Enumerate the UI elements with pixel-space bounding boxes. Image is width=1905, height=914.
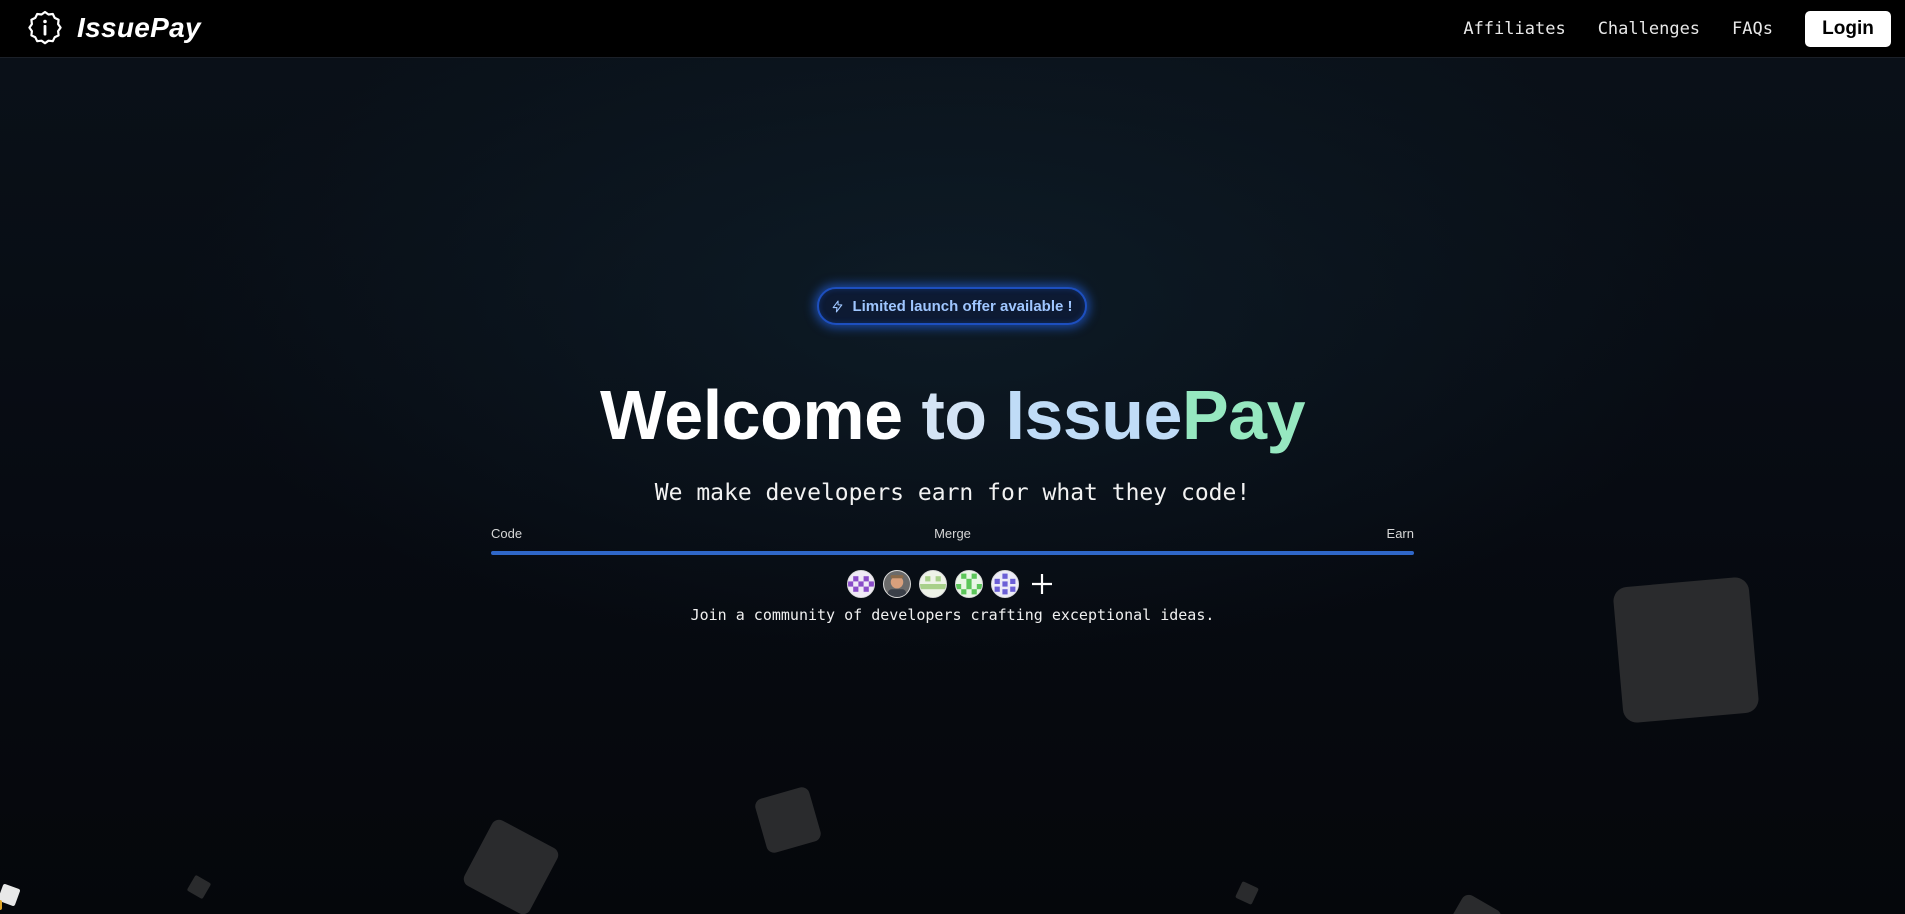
hero-title-word: Issue xyxy=(1005,376,1182,454)
login-button[interactable]: Login xyxy=(1805,10,1891,47)
decorative-square xyxy=(186,874,212,900)
hero-title-word: Pay xyxy=(1181,376,1306,454)
plus-icon[interactable] xyxy=(1029,571,1055,597)
nav-link-faqs[interactable]: FAQs xyxy=(1732,19,1773,39)
workflow-steps: Code Merge Earn xyxy=(491,526,1414,556)
hero-title: Welcome to IssuePay xyxy=(0,372,1905,458)
brand-logo[interactable]: IssuePay xyxy=(27,10,201,46)
nav-link-challenges[interactable]: Challenges xyxy=(1598,19,1700,39)
community-caption: Join a community of developers crafting … xyxy=(690,606,1215,624)
launch-offer-text: Limited launch offer available ! xyxy=(852,297,1073,315)
avatar xyxy=(847,570,875,598)
decorative-square xyxy=(460,816,562,914)
decorative-square xyxy=(753,785,823,855)
community-avatars xyxy=(847,569,1055,599)
decorative-square xyxy=(1612,576,1760,724)
step-earn: Earn xyxy=(1386,526,1414,541)
hero-title-word: to xyxy=(921,376,987,454)
decorative-square xyxy=(0,883,21,907)
lightning-icon xyxy=(833,300,843,312)
avatar xyxy=(991,570,1019,598)
hero-title-brand: IssuePay xyxy=(1005,376,1305,454)
hero-subtitle: We make developers earn for what they co… xyxy=(654,480,1251,506)
nav-links: Affiliates Challenges FAQs Login xyxy=(1463,0,1905,57)
info-badge-icon xyxy=(28,10,62,45)
decorative-square xyxy=(1235,881,1259,905)
brand-name: IssuePay xyxy=(77,12,201,43)
avatar xyxy=(919,570,947,598)
nav-link-affiliates[interactable]: Affiliates xyxy=(1463,19,1565,39)
launch-offer-badge[interactable]: Limited launch offer available ! xyxy=(817,287,1087,325)
top-navbar: IssuePay Affiliates Challenges FAQs Logi… xyxy=(0,0,1905,58)
avatar xyxy=(955,570,983,598)
decorative-square xyxy=(1443,891,1505,914)
decorative-square xyxy=(0,900,2,910)
hero-title-word: Welcome xyxy=(599,376,903,454)
step-merge: Merge xyxy=(934,526,971,541)
progress-bar xyxy=(491,551,1414,555)
page: IssuePay Affiliates Challenges FAQs Logi… xyxy=(0,0,1905,914)
avatar xyxy=(883,570,911,598)
